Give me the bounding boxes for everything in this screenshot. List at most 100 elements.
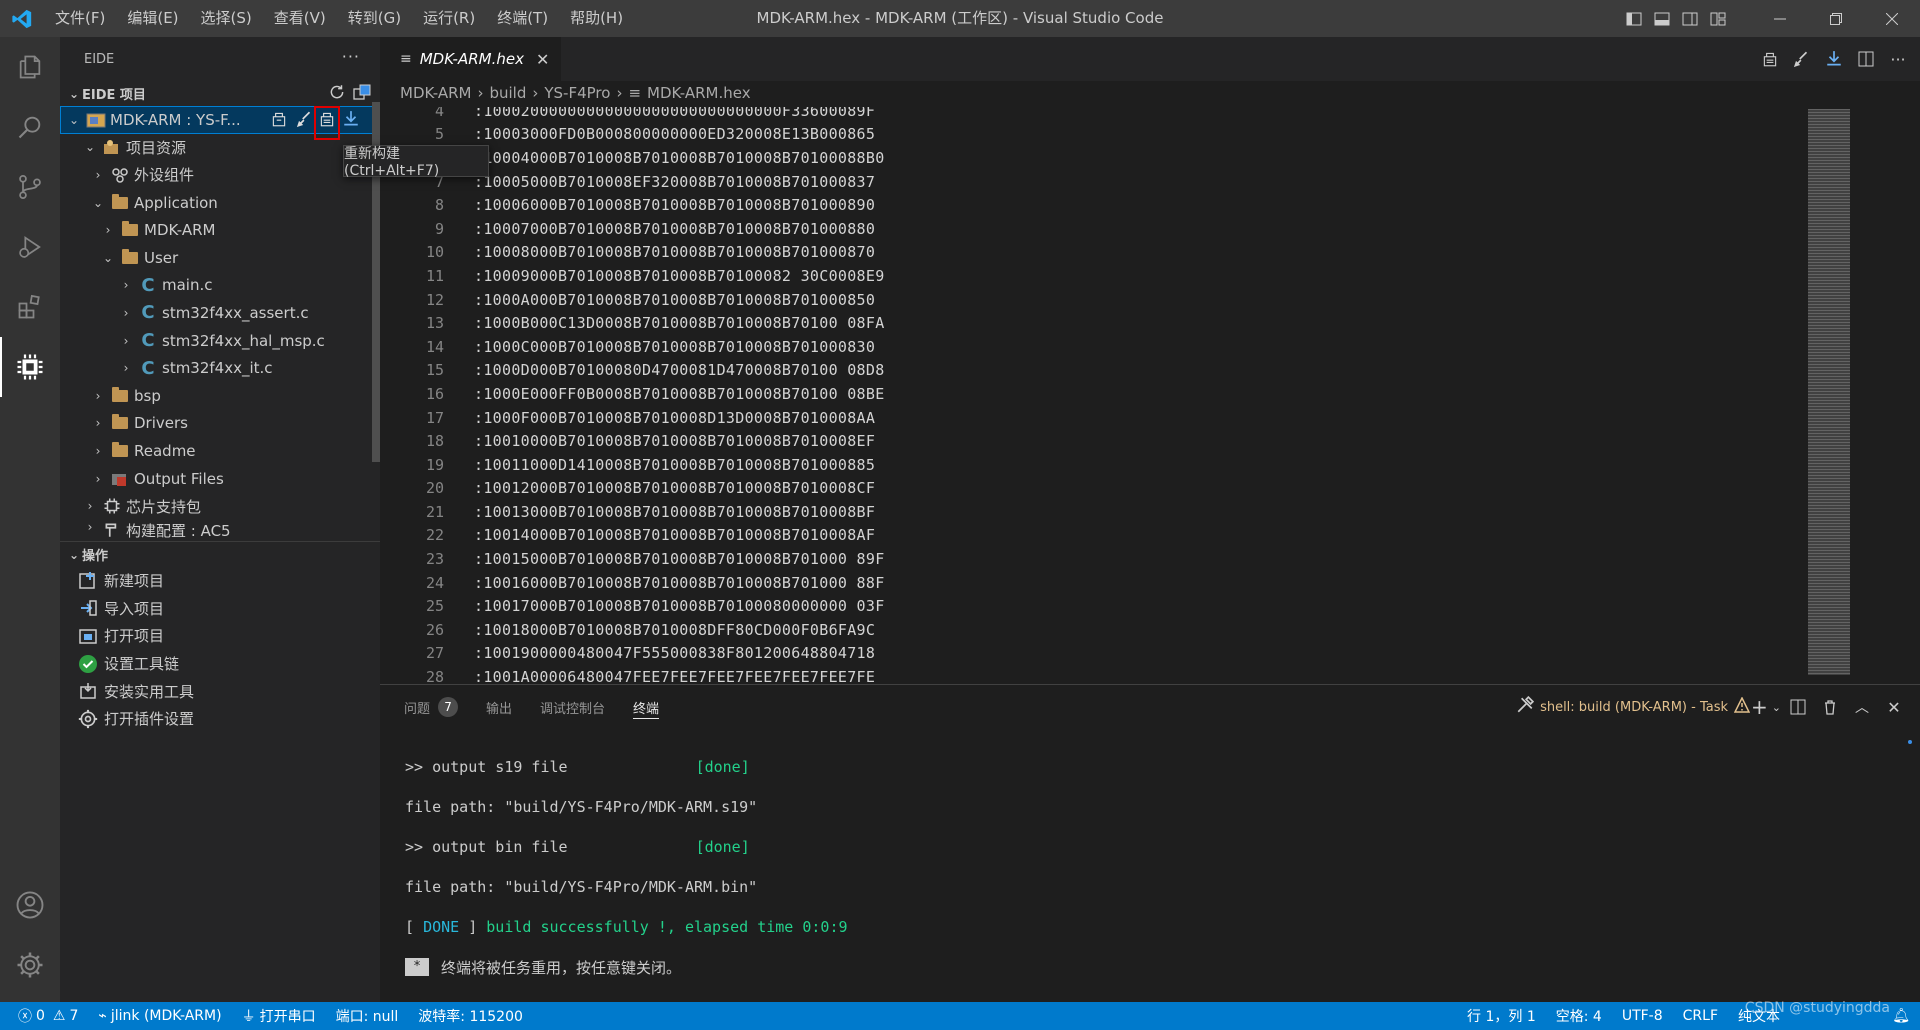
ops-section-header[interactable]: ⌄ 操作 [60, 542, 380, 567]
terminal-output[interactable]: >> output s19 file [done] file path: "bui… [380, 729, 1920, 987]
eide-project-section-header[interactable]: ⌄ EIDE 项目 [60, 81, 380, 106]
code-line[interactable]: 28:1001A00006480047FEE7FEE7FEE7FEE7FEE7F… [380, 665, 1920, 683]
search-icon[interactable] [0, 97, 60, 157]
op-setup-toolchain[interactable]: 设置工具链 [60, 650, 380, 678]
tree-folder-user[interactable]: ⌄ User [60, 244, 380, 272]
op-plugin-settings[interactable]: 打开插件设置 [60, 705, 380, 733]
code-line[interactable]: 4:10002000000000000000000000000000F33600… [380, 107, 1920, 123]
serial-open-status[interactable]: ⏚ 打开串口 [232, 1002, 326, 1030]
task-label[interactable]: shell: build (MDK-ARM) - Task [1540, 700, 1728, 715]
build-icon[interactable] [270, 110, 288, 132]
tab-problems[interactable]: 问题 7 [404, 685, 459, 729]
switch-workspace-icon[interactable] [352, 83, 372, 105]
menu-help[interactable]: 帮助(H) [559, 0, 634, 37]
menu-go[interactable]: 转到(G) [337, 0, 412, 37]
code-line[interactable]: 18:10010000B7010008B7010008B7010008B7010… [380, 429, 1920, 453]
tree-folder-readme[interactable]: › Readme [60, 437, 380, 465]
breadcrumb-item[interactable]: MDK-ARM.hex [647, 84, 751, 102]
explorer-icon[interactable] [0, 37, 60, 97]
indentation[interactable]: 空格: 4 [1546, 1002, 1612, 1030]
minimap[interactable] [1808, 109, 1850, 675]
menu-view[interactable]: 查看(V) [263, 0, 337, 37]
manage-gear-icon[interactable] [0, 935, 60, 995]
tree-file-hal-msp-c[interactable]: › C stm32f4xx_hal_msp.c [60, 327, 380, 355]
more-actions-icon[interactable]: ··· [342, 47, 360, 66]
tree-file-assert-c[interactable]: › C stm32f4xx_assert.c [60, 299, 380, 327]
menu-terminal[interactable]: 终端(T) [486, 0, 559, 37]
code-line[interactable]: 24:10016000B7010008B7010008B7010008B7010… [380, 571, 1920, 595]
close-panel-icon[interactable]: ✕ [1878, 685, 1910, 729]
tab-terminal[interactable]: 终端 [633, 685, 660, 729]
download-icon[interactable] [342, 110, 360, 132]
breadcrumb-item[interactable]: build [489, 84, 526, 102]
tree-folder-mdk-arm[interactable]: › MDK-ARM [60, 216, 380, 244]
breadcrumb-item[interactable]: MDK-ARM [400, 84, 471, 102]
code-line[interactable]: 14:1000C000B7010008B7010008B7010008B7010… [380, 335, 1920, 359]
source-control-icon[interactable] [0, 157, 60, 217]
code-line[interactable]: 17:1000F000B7010008B7010008D13D0008B7010… [380, 406, 1920, 430]
code-line[interactable]: 7:10005000B7010008EF320008B7010008B70100… [380, 170, 1920, 194]
code-line[interactable]: 13:1000B000C13D0008B7010008B7010008B7010… [380, 311, 1920, 335]
code-line[interactable]: 11:10009000B7010008B7010008B70100082 30C… [380, 264, 1920, 288]
toggle-panel-icon[interactable] [1648, 0, 1676, 37]
code-line[interactable]: 19:10011000D1410008B7010008B7010008B7010… [380, 453, 1920, 477]
code-line[interactable]: 23:10015000B7010008B7010008B7010008B7010… [380, 547, 1920, 571]
tree-item-chip-pack[interactable]: › 芯片支持包 [60, 492, 380, 520]
account-icon[interactable] [0, 875, 60, 935]
tree-item-build-config[interactable]: › 构建配置 : AC5 [60, 520, 380, 538]
code-line[interactable]: 16:1000E000FF0B0008B7010008B7010008B7010… [380, 382, 1920, 406]
tree-folder-drivers[interactable]: › Drivers [60, 410, 380, 438]
extensions-icon[interactable] [0, 277, 60, 337]
eide-chip-icon[interactable] [0, 337, 60, 397]
refresh-icon[interactable] [328, 83, 346, 105]
minimize-icon[interactable] [1752, 0, 1808, 37]
code-editor[interactable]: 4:10002000000000000000000000000000F33600… [380, 107, 1920, 683]
tree-folder-application[interactable]: ⌄ Application [60, 189, 380, 217]
close-tab-icon[interactable]: ✕ [536, 50, 549, 69]
code-line[interactable]: 25:10017000B7010008B7010008B701000800000… [380, 594, 1920, 618]
trash-icon[interactable] [1814, 685, 1846, 729]
cursor-position[interactable]: 行 1，列 1 [1457, 1002, 1546, 1030]
tab-debug-console[interactable]: 调试控制台 [540, 685, 605, 729]
split-terminal-icon[interactable] [1782, 685, 1814, 729]
code-line[interactable]: 8:10006000B7010008B7010008B7010008B70100… [380, 193, 1920, 217]
code-line[interactable]: 5:10003000FD0B000800000000ED320008E13B00… [380, 123, 1920, 147]
toggle-secondary-sidebar-icon[interactable] [1676, 0, 1704, 37]
maximize-panel-icon[interactable]: ︿ [1846, 685, 1878, 729]
menu-edit[interactable]: 编辑(E) [116, 0, 189, 37]
code-line[interactable]: 6:10004000B7010008B7010008B7010008B70100… [380, 146, 1920, 170]
tree-item-peripherals[interactable]: › 外设组件 [60, 161, 380, 189]
code-line[interactable]: 12:1000A000B7010008B7010008B7010008B7010… [380, 288, 1920, 312]
code-line[interactable]: 15:1000D000B70100080D4700081D470008B7010… [380, 359, 1920, 383]
tree-folder-bsp[interactable]: › bsp [60, 382, 380, 410]
code-line[interactable]: 27:1001900000480047F555000838F8012006488… [380, 642, 1920, 666]
tree-file-main-c[interactable]: › C main.c [60, 272, 380, 300]
code-line[interactable]: 22:10014000B7010008B7010008B7010008B7010… [380, 524, 1920, 548]
clean-icon[interactable] [296, 110, 314, 132]
run-debug-icon[interactable] [0, 217, 60, 277]
problems-status[interactable]: ⓧ 0 ⚠ 7 [0, 1002, 88, 1030]
code-line[interactable]: 21:10013000B7010008B7010008B7010008B7010… [380, 500, 1920, 524]
close-window-icon[interactable] [1864, 0, 1920, 37]
code-line[interactable]: 10:10008000B7010008B7010008B7010008B7010… [380, 241, 1920, 265]
code-line[interactable]: 9:10007000B7010008B7010008B7010008B70100… [380, 217, 1920, 241]
op-install-utility[interactable]: 安装实用工具 [60, 677, 380, 705]
code-line[interactable]: 26:10018000B7010008B7010008DFF80CD000F0B… [380, 618, 1920, 642]
debugger-status[interactable]: ⌁ jlink (MDK-ARM) [88, 1002, 231, 1030]
encoding[interactable]: UTF-8 [1612, 1002, 1673, 1030]
op-import-project[interactable]: 导入项目 [60, 595, 380, 623]
split-editor-icon[interactable] [1850, 37, 1882, 81]
more-actions-icon[interactable]: ··· [1882, 37, 1914, 81]
build-icon[interactable] [1754, 37, 1786, 81]
tab-output[interactable]: 输出 [486, 685, 512, 729]
menu-selection[interactable]: 选择(S) [190, 0, 263, 37]
customize-layout-icon[interactable] [1704, 0, 1732, 37]
toggle-primary-sidebar-icon[interactable] [1620, 0, 1648, 37]
new-terminal-icon[interactable]: + ⌄ [1750, 685, 1782, 729]
clean-icon[interactable] [1786, 37, 1818, 81]
op-open-project[interactable]: 打开项目 [60, 622, 380, 650]
tree-file-it-c[interactable]: › C stm32f4xx_it.c [60, 354, 380, 382]
op-new-project[interactable]: 新建项目 [60, 567, 380, 595]
breadcrumb-item[interactable]: YS-F4Pro [544, 84, 610, 102]
port-status[interactable]: 端口: null [326, 1002, 409, 1030]
